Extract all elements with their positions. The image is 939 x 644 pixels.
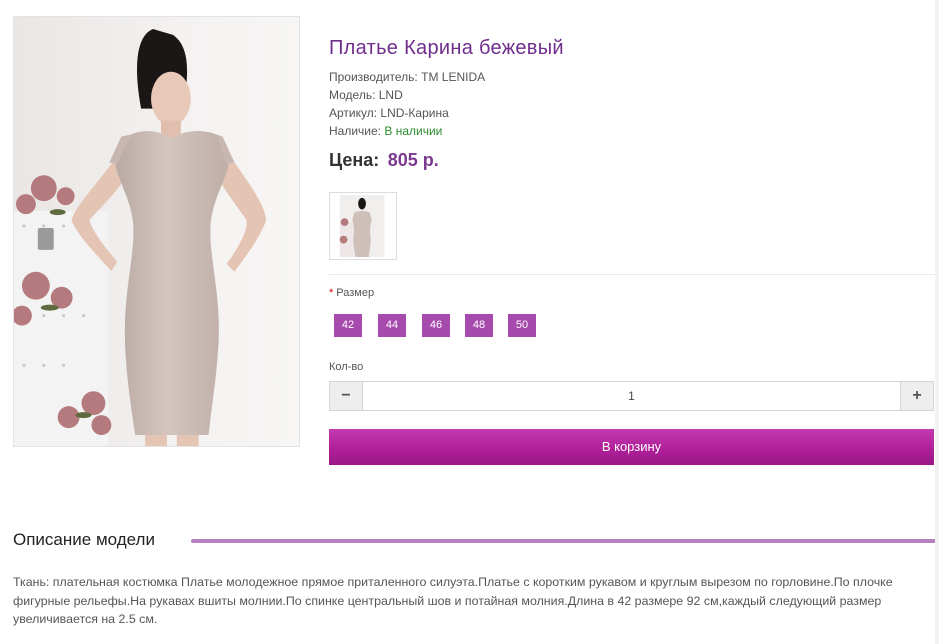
- spec-manufacturer: Производитель: TM LENIDA: [329, 68, 935, 86]
- dress-photo-illustration: [14, 17, 299, 446]
- model-value: LND: [378, 88, 403, 102]
- minus-icon: −: [341, 387, 351, 404]
- sku-value: LND-Карина: [380, 106, 449, 120]
- availability-label: Наличие:: [329, 124, 382, 138]
- price: Цена: 805 р.: [329, 146, 935, 174]
- size-label: * Размер: [329, 287, 374, 299]
- spec-availability: Наличие: В наличии: [329, 122, 935, 140]
- add-to-cart-button[interactable]: В корзину: [329, 429, 934, 465]
- sku-label: Артикул:: [329, 106, 378, 120]
- description-header: Описание модели: [13, 529, 939, 553]
- spec-model: Модель: LND: [329, 86, 935, 104]
- description-heading: Описание модели: [13, 530, 155, 549]
- product-specs: Производитель: TM LENIDA Модель: LND Арт…: [329, 68, 935, 140]
- quantity-label: Кол-во: [329, 361, 364, 373]
- spec-sku: Артикул: LND-Карина: [329, 104, 935, 122]
- page-edge: [935, 0, 939, 644]
- quantity-input[interactable]: [363, 382, 900, 410]
- size-option-44[interactable]: 44: [378, 314, 406, 337]
- product-title: Платье Карина бежевый: [329, 37, 564, 59]
- price-label: Цена:: [329, 150, 380, 170]
- product-thumbnail[interactable]: [329, 192, 397, 260]
- quantity-decrease-button[interactable]: −: [330, 382, 363, 410]
- required-mark: *: [329, 287, 334, 299]
- manufacturer-label: Производитель:: [329, 70, 418, 84]
- availability-value: В наличии: [384, 124, 443, 138]
- product-main-image[interactable]: [13, 16, 300, 447]
- size-option-48[interactable]: 48: [465, 314, 493, 337]
- quantity-increase-button[interactable]: +: [900, 382, 933, 410]
- description-rule: [191, 539, 939, 543]
- thumbnail-image: [339, 194, 385, 258]
- size-option-42[interactable]: 42: [334, 314, 362, 337]
- section-divider: [329, 274, 935, 275]
- size-option-50[interactable]: 50: [508, 314, 536, 337]
- price-value: 805 р.: [387, 150, 439, 170]
- quantity-stepper: − +: [329, 381, 934, 411]
- product-info: Платье Карина бежевый Производитель: TM …: [329, 34, 935, 174]
- description-text: Ткань: плательная костюмка Платье молоде…: [13, 575, 893, 626]
- manufacturer-value: TM LENIDA: [421, 70, 486, 84]
- model-label: Модель:: [329, 88, 376, 102]
- size-label-text: Размер: [336, 287, 375, 299]
- size-option-46[interactable]: 46: [422, 314, 450, 337]
- plus-icon: +: [912, 387, 922, 404]
